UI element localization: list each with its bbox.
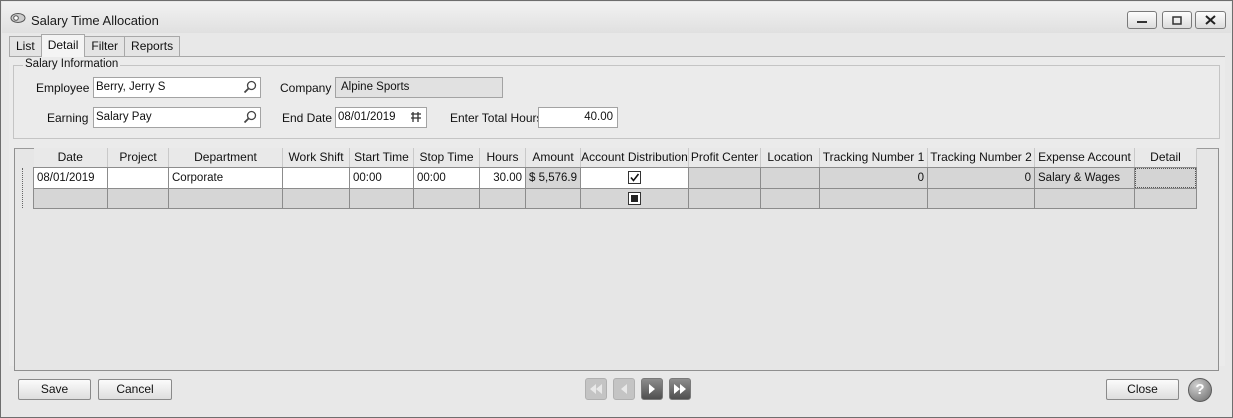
allocation-grid: Date Project Department Work Shift Start… — [33, 148, 1197, 209]
column-header-amount[interactable]: Amount — [525, 148, 581, 168]
first-record-icon — [590, 384, 602, 394]
next-record-icon — [649, 384, 655, 394]
new-cell-hours[interactable] — [479, 187, 526, 209]
next-record-button[interactable] — [641, 378, 663, 400]
cell-profit-center[interactable] — [688, 166, 761, 189]
title-bar: Salary Time Allocation — [2, 2, 1231, 33]
column-header-location[interactable]: Location — [760, 148, 820, 168]
earning-value: Salary Pay — [96, 111, 152, 123]
help-icon[interactable]: ? — [1188, 378, 1212, 402]
cell-expense-account[interactable]: Salary & Wages — [1034, 166, 1135, 189]
new-cell-amount — [525, 187, 581, 209]
close-button[interactable]: Close — [1106, 379, 1179, 400]
salary-information-label: Salary Information — [23, 58, 121, 70]
tab-strip: List Detail Filter Reports — [9, 34, 181, 57]
maximize-icon — [1172, 15, 1182, 25]
column-header-department[interactable]: Department — [168, 148, 283, 168]
column-header-detail[interactable]: Detail — [1134, 148, 1197, 168]
tab-list[interactable]: List — [9, 36, 42, 57]
end-date-label: End Date — [282, 111, 333, 125]
save-button[interactable]: Save — [18, 379, 91, 400]
end-date-value: 08/01/2019 — [338, 111, 396, 123]
column-header-hours[interactable]: Hours — [479, 148, 526, 168]
cancel-button[interactable]: Cancel — [98, 379, 172, 400]
new-cell-work-shift[interactable] — [282, 187, 350, 209]
salary-time-allocation-window: Salary Time Allocation List Detail Filte… — [0, 0, 1233, 418]
new-cell-department[interactable] — [168, 187, 283, 209]
cell-location[interactable] — [760, 166, 820, 189]
new-cell-profit-center[interactable] — [688, 187, 761, 209]
employee-label: Employee — [36, 81, 90, 95]
last-record-icon — [674, 384, 686, 394]
column-header-expense-account[interactable]: Expense Account — [1034, 148, 1135, 168]
grid-header-row: Date Project Department Work Shift Start… — [33, 148, 1197, 168]
tab-detail[interactable]: Detail — [40, 34, 86, 57]
column-header-tracking-number-1[interactable]: Tracking Number 1 — [819, 148, 928, 168]
app-icon — [10, 13, 26, 23]
magnifier-icon[interactable] — [243, 80, 257, 94]
column-header-start-time[interactable]: Start Time — [349, 148, 414, 168]
cell-amount: $ 5,576.9 — [525, 166, 581, 189]
company-field: Alpine Sports — [335, 77, 503, 98]
new-cell-account-distribution[interactable] — [580, 187, 689, 209]
magnifier-icon[interactable] — [243, 110, 257, 124]
new-row[interactable] — [33, 187, 1197, 209]
new-cell-tracking-number-1[interactable] — [819, 187, 928, 209]
previous-record-icon — [621, 384, 627, 394]
new-cell-start-time[interactable] — [349, 187, 414, 209]
indeterminate-icon — [631, 194, 638, 202]
cell-date[interactable]: 08/01/2019 — [33, 166, 108, 189]
close-window-button[interactable] — [1195, 11, 1226, 29]
window-title: Salary Time Allocation — [31, 13, 159, 28]
maximize-button[interactable] — [1162, 11, 1192, 29]
earning-field[interactable]: Salary Pay — [93, 107, 261, 128]
employee-value: Berry, Jerry S — [96, 81, 166, 93]
total-hours-field[interactable]: 40.00 — [538, 107, 618, 128]
detail-cell-focus[interactable] — [1135, 168, 1196, 188]
close-icon — [1205, 15, 1216, 25]
checkmark-icon — [630, 173, 640, 182]
column-header-profit-center[interactable]: Profit Center — [688, 148, 761, 168]
cell-tracking-number-1[interactable]: 0 — [819, 166, 928, 189]
cell-department[interactable]: Corporate — [168, 166, 283, 189]
cell-project[interactable] — [107, 166, 169, 189]
cell-work-shift[interactable] — [282, 166, 350, 189]
first-record-button[interactable] — [585, 378, 607, 400]
cell-account-distribution[interactable] — [580, 166, 689, 189]
tab-filter[interactable]: Filter — [84, 36, 126, 57]
cell-hours[interactable]: 30.00 — [479, 166, 526, 189]
cell-tracking-number-2[interactable]: 0 — [927, 166, 1035, 189]
new-cell-detail[interactable] — [1134, 187, 1197, 209]
total-hours-label: Enter Total Hours — [450, 111, 543, 125]
new-row-checkbox[interactable] — [628, 191, 641, 205]
column-header-stop-time[interactable]: Stop Time — [413, 148, 480, 168]
new-cell-tracking-number-2[interactable] — [927, 187, 1035, 209]
earning-label: Earning — [47, 111, 89, 125]
previous-record-button[interactable] — [613, 378, 635, 400]
employee-field[interactable]: Berry, Jerry S — [93, 77, 261, 98]
company-label: Company — [280, 81, 332, 95]
column-header-account-distribution[interactable]: Account Distribution — [580, 148, 689, 168]
end-date-field[interactable]: 08/01/2019 — [335, 107, 427, 128]
new-cell-stop-time[interactable] — [413, 187, 480, 209]
table-row[interactable]: 08/01/2019 Corporate 00:00 00:00 30.00 $… — [33, 166, 1197, 189]
column-header-date[interactable]: Date — [33, 148, 108, 168]
column-header-project[interactable]: Project — [107, 148, 169, 168]
new-cell-date[interactable] — [33, 187, 108, 209]
calendar-icon[interactable] — [409, 110, 423, 124]
last-record-button[interactable] — [669, 378, 691, 400]
minimize-icon — [1137, 21, 1147, 23]
cell-start-time[interactable]: 00:00 — [349, 166, 414, 189]
minimize-button[interactable] — [1127, 11, 1157, 29]
account-distribution-checkbox[interactable] — [628, 171, 641, 184]
new-cell-location[interactable] — [760, 187, 820, 209]
new-cell-project[interactable] — [107, 187, 169, 209]
new-cell-expense-account[interactable] — [1034, 187, 1135, 209]
column-header-work-shift[interactable]: Work Shift — [282, 148, 350, 168]
column-header-tracking-number-2[interactable]: Tracking Number 2 — [927, 148, 1035, 168]
cell-stop-time[interactable]: 00:00 — [413, 166, 480, 189]
tab-reports[interactable]: Reports — [124, 36, 181, 57]
